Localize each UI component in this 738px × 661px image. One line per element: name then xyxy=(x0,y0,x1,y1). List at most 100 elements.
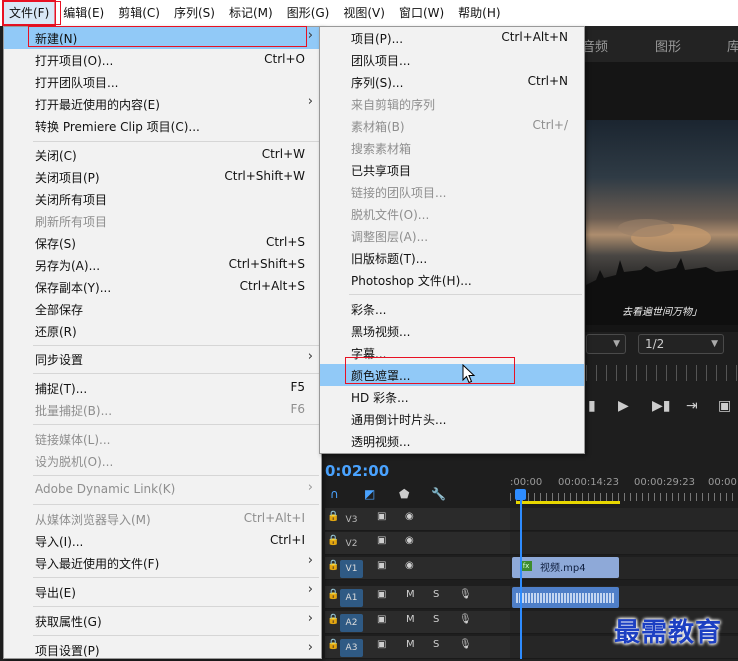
menu-markers[interactable]: 标记(M) xyxy=(222,0,280,26)
mute-button[interactable]: M xyxy=(406,639,415,650)
menu-item-open-team-project[interactable]: 打开团队项目... xyxy=(4,71,321,93)
menu-item-captions[interactable]: 字幕... xyxy=(320,342,584,364)
menu-item-close-all-projects[interactable]: 关闭所有项目 xyxy=(4,188,321,210)
menu-item-black-video[interactable]: 黑场视频... xyxy=(320,320,584,342)
playhead[interactable] xyxy=(520,490,522,659)
solo-button[interactable]: S xyxy=(433,589,439,600)
toggle-sync-icon[interactable]: ▣ xyxy=(377,589,386,600)
menu-item-close-project[interactable]: 关闭项目(P) Ctrl+Shift+W xyxy=(4,166,321,188)
overwrite-icon[interactable]: ▣ xyxy=(718,398,731,414)
toggle-sync-icon[interactable]: ▣ xyxy=(377,639,386,650)
menu-item-revert[interactable]: 还原(R) xyxy=(4,320,321,342)
menu-item-capture[interactable]: 捕捉(T)... F5 xyxy=(4,377,321,399)
menu-item-import[interactable]: 导入(I)... Ctrl+I xyxy=(4,530,321,552)
snap-icon[interactable]: ∩ xyxy=(330,487,339,501)
menu-graphics[interactable]: 图形(G) xyxy=(280,0,337,26)
menu-help[interactable]: 帮助(H) xyxy=(451,0,507,26)
menu-item-save-all[interactable]: 全部保存 xyxy=(4,298,321,320)
menu-item-new-sequence[interactable]: 序列(S)... Ctrl+N xyxy=(320,71,584,93)
menu-sequence[interactable]: 序列(S) xyxy=(167,0,222,26)
track-header-a2[interactable]: 🔒 A2 ▣ M S 🎙 xyxy=(325,611,510,634)
menu-item-import-recent[interactable]: 导入最近使用的文件(F) › xyxy=(4,552,321,574)
lock-icon[interactable]: 🔒 xyxy=(327,511,339,522)
tab-graphics[interactable]: 图形 xyxy=(655,36,681,55)
track-lane-v3[interactable] xyxy=(510,508,738,531)
monitor-ruler[interactable] xyxy=(586,365,738,381)
eye-icon[interactable]: ◉ xyxy=(405,560,414,571)
menu-window[interactable]: 窗口(W) xyxy=(392,0,451,26)
track-header-a1[interactable]: 🔒 A1 ▣ M S 🎙 xyxy=(325,586,510,609)
zoom-dropdown[interactable]: ▼ xyxy=(586,334,626,354)
lock-icon[interactable]: 🔒 xyxy=(327,535,339,546)
linked-selection-icon[interactable]: ◩ xyxy=(364,487,375,501)
work-area-bar[interactable] xyxy=(516,501,620,504)
menu-item-convert-clip[interactable]: 转换 Premiere Clip 项目(C)... xyxy=(4,115,321,137)
toggle-sync-icon[interactable]: ▣ xyxy=(377,535,386,546)
menu-item-save[interactable]: 保存(S) Ctrl+S xyxy=(4,232,321,254)
lock-icon[interactable]: 🔒 xyxy=(327,589,339,600)
menu-edit[interactable]: 编辑(E) xyxy=(56,0,111,26)
toggle-sync-icon[interactable]: ▣ xyxy=(377,560,386,571)
mute-button[interactable]: M xyxy=(406,589,415,600)
toggle-sync-icon[interactable]: ▣ xyxy=(377,511,386,522)
microphone-icon[interactable]: 🎙 xyxy=(459,589,472,600)
toggle-sync-icon[interactable]: ▣ xyxy=(377,614,386,625)
menu-item-new-project[interactable]: 项目(P)... Ctrl+Alt+N xyxy=(320,27,584,49)
track-label[interactable]: V1 xyxy=(340,560,363,578)
tab-libraries[interactable]: 库 xyxy=(727,36,738,55)
marker-icon[interactable]: ⬟ xyxy=(399,487,409,501)
track-label[interactable]: A2 xyxy=(340,614,363,632)
solo-button[interactable]: S xyxy=(433,639,439,650)
wrench-icon[interactable]: 🔧 xyxy=(431,487,446,501)
menu-item-save-copy[interactable]: 保存副本(Y)... Ctrl+Alt+S xyxy=(4,276,321,298)
menu-item-shared-project[interactable]: 已共享项目 xyxy=(320,159,584,181)
menu-item-hd-bars[interactable]: HD 彩条... xyxy=(320,386,584,408)
menu-item-bars-and-tone[interactable]: 彩条... xyxy=(320,298,584,320)
menu-item-sync-settings[interactable]: 同步设置 › xyxy=(4,348,321,370)
solo-button[interactable]: S xyxy=(433,614,439,625)
menu-item-close[interactable]: 关闭(C) Ctrl+W xyxy=(4,144,321,166)
timeline-ruler[interactable] xyxy=(510,493,738,501)
track-label[interactable]: V3 xyxy=(340,511,363,529)
menu-item-countdown-leader[interactable]: 通用倒计时片头... xyxy=(320,408,584,430)
menu-item-open-project[interactable]: 打开项目(O)... Ctrl+O xyxy=(4,49,321,71)
insert-icon[interactable]: ⇥ xyxy=(686,398,698,414)
lock-icon[interactable]: 🔒 xyxy=(327,560,339,571)
lock-icon[interactable]: 🔒 xyxy=(327,639,339,650)
playhead-handle[interactable] xyxy=(515,489,526,500)
microphone-icon[interactable]: 🎙 xyxy=(459,614,472,625)
microphone-icon[interactable]: 🎙 xyxy=(459,639,472,650)
menu-item-open-recent[interactable]: 打开最近使用的内容(E) › xyxy=(4,93,321,115)
menu-item-transparent-video[interactable]: 透明视频... xyxy=(320,430,584,452)
menu-item-project-settings[interactable]: 项目设置(P) › xyxy=(4,639,321,661)
menu-item-color-matte[interactable]: 颜色遮罩... xyxy=(320,364,584,386)
step-back-icon[interactable]: ▮ xyxy=(588,398,596,414)
menu-item-new[interactable]: 新建(N) › xyxy=(4,27,321,49)
video-clip[interactable]: fx 视频.mp4 xyxy=(512,557,619,578)
eye-icon[interactable]: ◉ xyxy=(405,535,414,546)
resolution-dropdown[interactable]: 1/2 ▼ xyxy=(638,334,724,354)
mute-button[interactable]: M xyxy=(406,614,415,625)
eye-icon[interactable]: ◉ xyxy=(405,511,414,522)
lock-icon[interactable]: 🔒 xyxy=(327,614,339,625)
track-label[interactable]: A1 xyxy=(340,589,363,607)
menu-item-save-as[interactable]: 另存为(A)... Ctrl+Shift+S xyxy=(4,254,321,276)
track-header-v1[interactable]: 🔒 V1 ▣ ◉ xyxy=(325,557,510,580)
track-header-a3[interactable]: 🔒 A3 ▣ M S 🎙 xyxy=(325,636,510,659)
track-header-v3[interactable]: 🔒 V3 ▣ ◉ xyxy=(325,508,510,531)
menu-item-export[interactable]: 导出(E) › xyxy=(4,581,321,603)
menu-item-legacy-title[interactable]: 旧版标题(T)... xyxy=(320,247,584,269)
menu-item-new-team-project[interactable]: 团队项目... xyxy=(320,49,584,71)
tab-audio[interactable]: 音频 xyxy=(582,36,608,55)
track-label[interactable]: A3 xyxy=(340,639,363,657)
menu-clip[interactable]: 剪辑(C) xyxy=(111,0,167,26)
menu-item-photoshop-file[interactable]: Photoshop 文件(H)... xyxy=(320,269,584,291)
track-header-v2[interactable]: 🔒 V2 ▣ ◉ xyxy=(325,532,510,555)
track-lane-v2[interactable] xyxy=(510,532,738,555)
step-forward-icon[interactable]: ▶▮ xyxy=(652,398,670,414)
audio-clip[interactable] xyxy=(512,587,619,608)
menu-file[interactable]: 文件(F) xyxy=(2,0,57,26)
timeline-timecode[interactable]: 0:02:00 xyxy=(325,462,389,480)
track-label[interactable]: V2 xyxy=(340,535,363,553)
play-icon[interactable]: ▶ xyxy=(618,398,629,414)
